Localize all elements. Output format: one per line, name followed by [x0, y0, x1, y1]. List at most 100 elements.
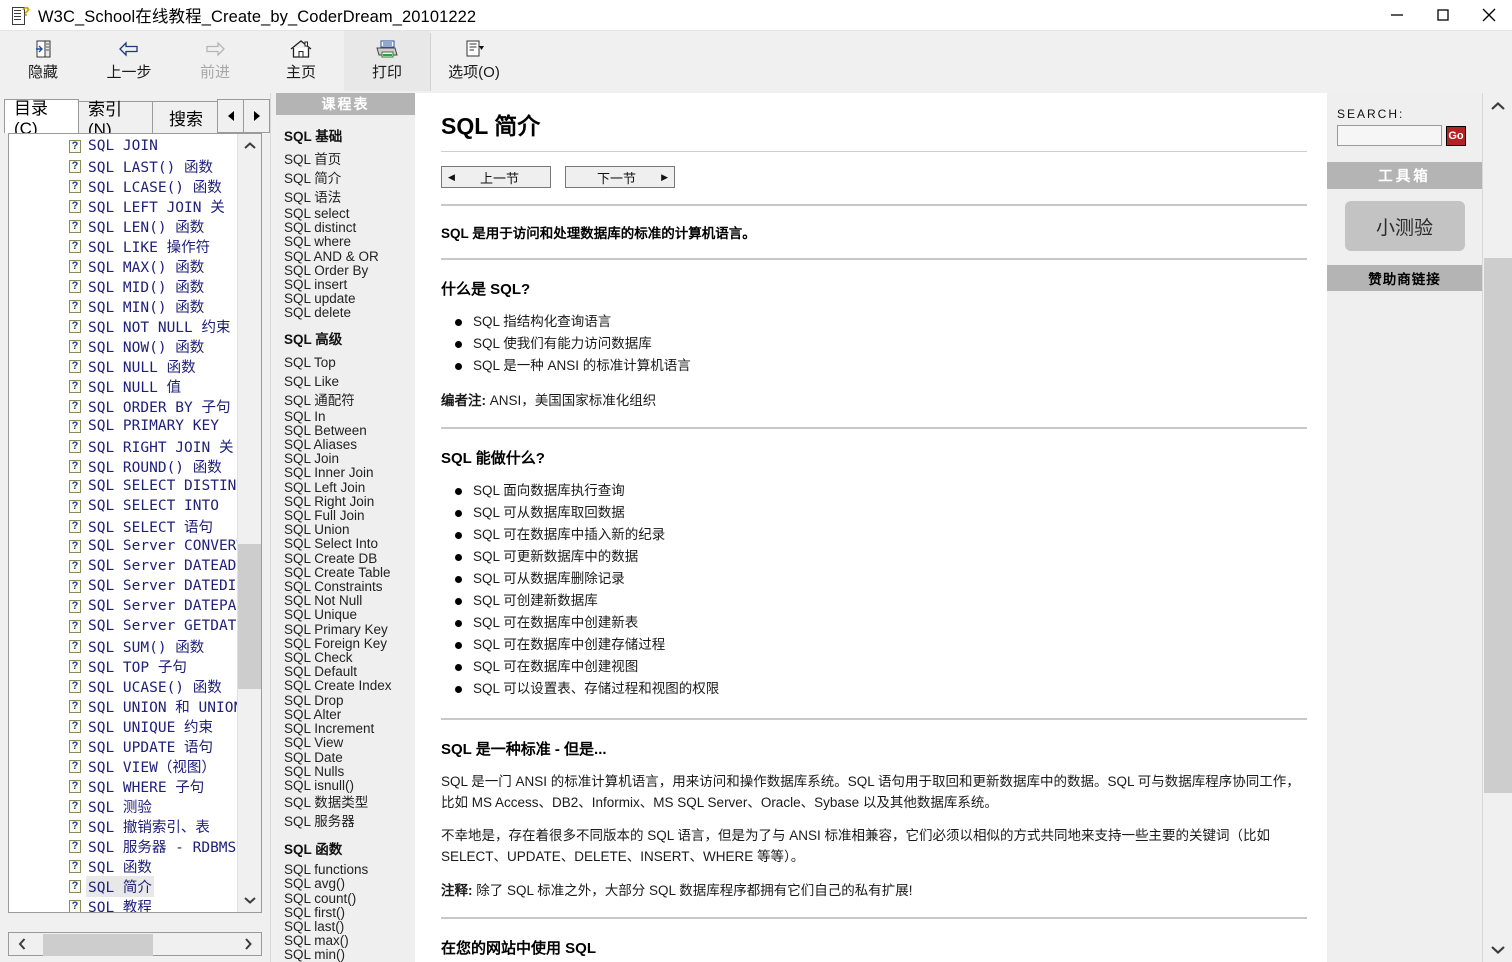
toc-link[interactable]: SQL Default: [284, 665, 415, 679]
minimize-button[interactable]: [1374, 0, 1420, 30]
tree-item[interactable]: SQL TOP 子句: [9, 656, 229, 676]
tree-item[interactable]: SQL JOIN: [9, 136, 229, 156]
quiz-button[interactable]: 小测验: [1344, 201, 1465, 251]
content-scroll-down-button[interactable]: [1483, 936, 1512, 962]
toc-link[interactable]: SQL Increment: [284, 721, 415, 736]
toc-link[interactable]: SQL 服务器: [284, 812, 415, 831]
prev-section-button[interactable]: ◀ 上一节: [441, 166, 551, 188]
tree-scrollbar-thumb[interactable]: [238, 544, 261, 689]
tree-item[interactable]: SQL 教程: [9, 896, 229, 912]
tree-item[interactable]: SQL MAX() 函数: [9, 256, 229, 276]
toolbar-button-back[interactable]: 上一步: [86, 31, 172, 91]
tree-item[interactable]: SQL LAST() 函数: [9, 156, 229, 176]
toc-link[interactable]: SQL Right Join: [284, 494, 415, 509]
toc-link[interactable]: SQL 数据类型: [284, 793, 415, 812]
toc-link[interactable]: SQL Not Null: [284, 594, 415, 608]
toc-link[interactable]: SQL Create Table: [284, 565, 415, 580]
toc-link[interactable]: SQL View: [284, 736, 415, 750]
tree-scroll-left-button[interactable]: [9, 936, 35, 952]
toc-link[interactable]: SQL max(): [284, 933, 415, 948]
toolbar-button-home[interactable]: 主页: [258, 31, 344, 91]
contents-tree[interactable]: SQL JOIN SQL LAST() 函数 SQL LCASE() 函数 SQL L…: [8, 133, 262, 913]
toc-link[interactable]: SQL Unique: [284, 608, 415, 622]
tree-item[interactable]: SQL NOW() 函数: [9, 336, 229, 356]
tree-item[interactable]: SQL MID() 函数: [9, 276, 229, 296]
toc-link[interactable]: SQL Create Index: [284, 679, 415, 693]
toc-link[interactable]: SQL update: [284, 292, 415, 306]
tree-item[interactable]: SQL 撤销索引、表: [9, 816, 229, 836]
toc-link[interactable]: SQL Date: [284, 750, 415, 765]
tree-item[interactable]: SQL Server DATEDIFF: [9, 576, 254, 596]
tab-scroll-right-button[interactable]: [243, 99, 270, 133]
toc-link[interactable]: SQL first(): [284, 905, 415, 920]
tree-item[interactable]: SQL LEN() 函数: [9, 216, 229, 236]
tree-item[interactable]: SQL PRIMARY KEY: [9, 416, 229, 436]
toc-link[interactable]: SQL Inner Join: [284, 466, 415, 480]
toc-link[interactable]: SQL Join: [284, 452, 415, 466]
tree-item[interactable]: SQL 测验: [9, 796, 229, 816]
tree-item[interactable]: SQL ORDER BY 子句: [9, 396, 231, 416]
tab-index[interactable]: 索引(N): [78, 100, 153, 139]
tree-item[interactable]: SQL 简介: [9, 875, 229, 897]
toc-link[interactable]: SQL where: [284, 235, 415, 249]
tree-item[interactable]: SQL LEFT JOIN 关: [9, 196, 229, 216]
toc-link[interactable]: SQL Nulls: [284, 764, 415, 779]
toc-link[interactable]: SQL In: [284, 409, 415, 424]
toc-link[interactable]: SQL Primary Key: [284, 622, 415, 637]
content-vertical-scrollbar[interactable]: [1482, 93, 1512, 962]
tree-item[interactable]: SQL ROUND() 函数: [9, 456, 229, 476]
toc-link[interactable]: SQL Select Into: [284, 537, 415, 551]
toc-link[interactable]: SQL Aliases: [284, 437, 415, 452]
tree-item[interactable]: SQL UCASE() 函数: [9, 676, 229, 696]
tree-item[interactable]: SQL SELECT DISTINCT: [9, 476, 254, 496]
toc-link[interactable]: SQL Foreign Key: [284, 636, 415, 651]
toc-link[interactable]: SQL Full Join: [284, 508, 415, 523]
next-section-button[interactable]: 下一节 ▶: [565, 166, 675, 188]
tab-contents[interactable]: 目录(C): [4, 99, 79, 138]
tree-item[interactable]: SQL LCASE() 函数: [9, 176, 229, 196]
toolbar-button-print[interactable]: 打印: [344, 31, 430, 91]
toc-link[interactable]: SQL Left Join: [284, 480, 415, 495]
toc-link[interactable]: SQL min(): [284, 948, 415, 962]
tree-item[interactable]: SQL NULL 函数: [9, 356, 229, 376]
content-scroll-up-button[interactable]: [1483, 93, 1512, 119]
toc-link[interactable]: SQL delete: [284, 306, 415, 320]
search-input[interactable]: [1337, 125, 1442, 146]
tree-item[interactable]: SQL UNION 和 UNION: [9, 696, 242, 716]
toc-link[interactable]: SQL Union: [284, 523, 415, 537]
toc-link[interactable]: SQL isnull(): [284, 778, 415, 793]
toc-link[interactable]: SQL avg(): [284, 877, 415, 891]
maximize-button[interactable]: [1420, 0, 1466, 30]
tree-item[interactable]: SQL MIN() 函数: [9, 296, 229, 316]
toc-link[interactable]: SQL Top: [284, 353, 415, 372]
toc-link[interactable]: SQL functions: [284, 862, 415, 877]
toc-link[interactable]: SQL 语法: [284, 188, 415, 207]
toc-link[interactable]: SQL Between: [284, 423, 415, 438]
toc-link[interactable]: SQL 首页: [284, 150, 415, 169]
toc-link[interactable]: SQL 简介: [284, 169, 415, 188]
toc-link[interactable]: SQL Drop: [284, 693, 415, 708]
tree-item[interactable]: SQL 服务器 - RDBMS: [9, 836, 236, 856]
toc-link[interactable]: SQL Create DB: [284, 551, 415, 566]
toolbar-button-hide[interactable]: 隐藏: [0, 31, 86, 91]
tree-scroll-down-button[interactable]: [238, 888, 261, 912]
tree-item[interactable]: SQL Server DATEPART: [9, 596, 254, 616]
toc-link[interactable]: SQL Constraints: [284, 579, 415, 594]
tree-item[interactable]: SQL WHERE 子句: [9, 776, 229, 796]
tree-item[interactable]: SQL Server GETDATE: [9, 616, 245, 636]
tree-item[interactable]: SQL RIGHT JOIN 关: [9, 436, 233, 456]
toc-link[interactable]: SQL Like: [284, 372, 415, 391]
toc-link[interactable]: SQL count(): [284, 891, 415, 906]
tree-item[interactable]: SQL NULL 值: [9, 376, 229, 396]
tree-item[interactable]: SQL VIEW（视图）: [9, 756, 229, 776]
toc-link[interactable]: SQL Check: [284, 650, 415, 665]
tree-item[interactable]: SQL 函数: [9, 856, 229, 876]
tree-vertical-scrollbar[interactable]: [237, 134, 261, 912]
close-button[interactable]: [1466, 0, 1512, 30]
toc-link[interactable]: SQL distinct: [284, 221, 415, 235]
tab-scroll-left-button[interactable]: [217, 99, 244, 133]
tree-horizontal-scrollbar[interactable]: [8, 932, 262, 956]
content-scrollbar-thumb[interactable]: [1484, 258, 1512, 793]
tree-hscrollbar-thumb[interactable]: [43, 934, 153, 956]
toc-link[interactable]: SQL Order By: [284, 263, 415, 278]
